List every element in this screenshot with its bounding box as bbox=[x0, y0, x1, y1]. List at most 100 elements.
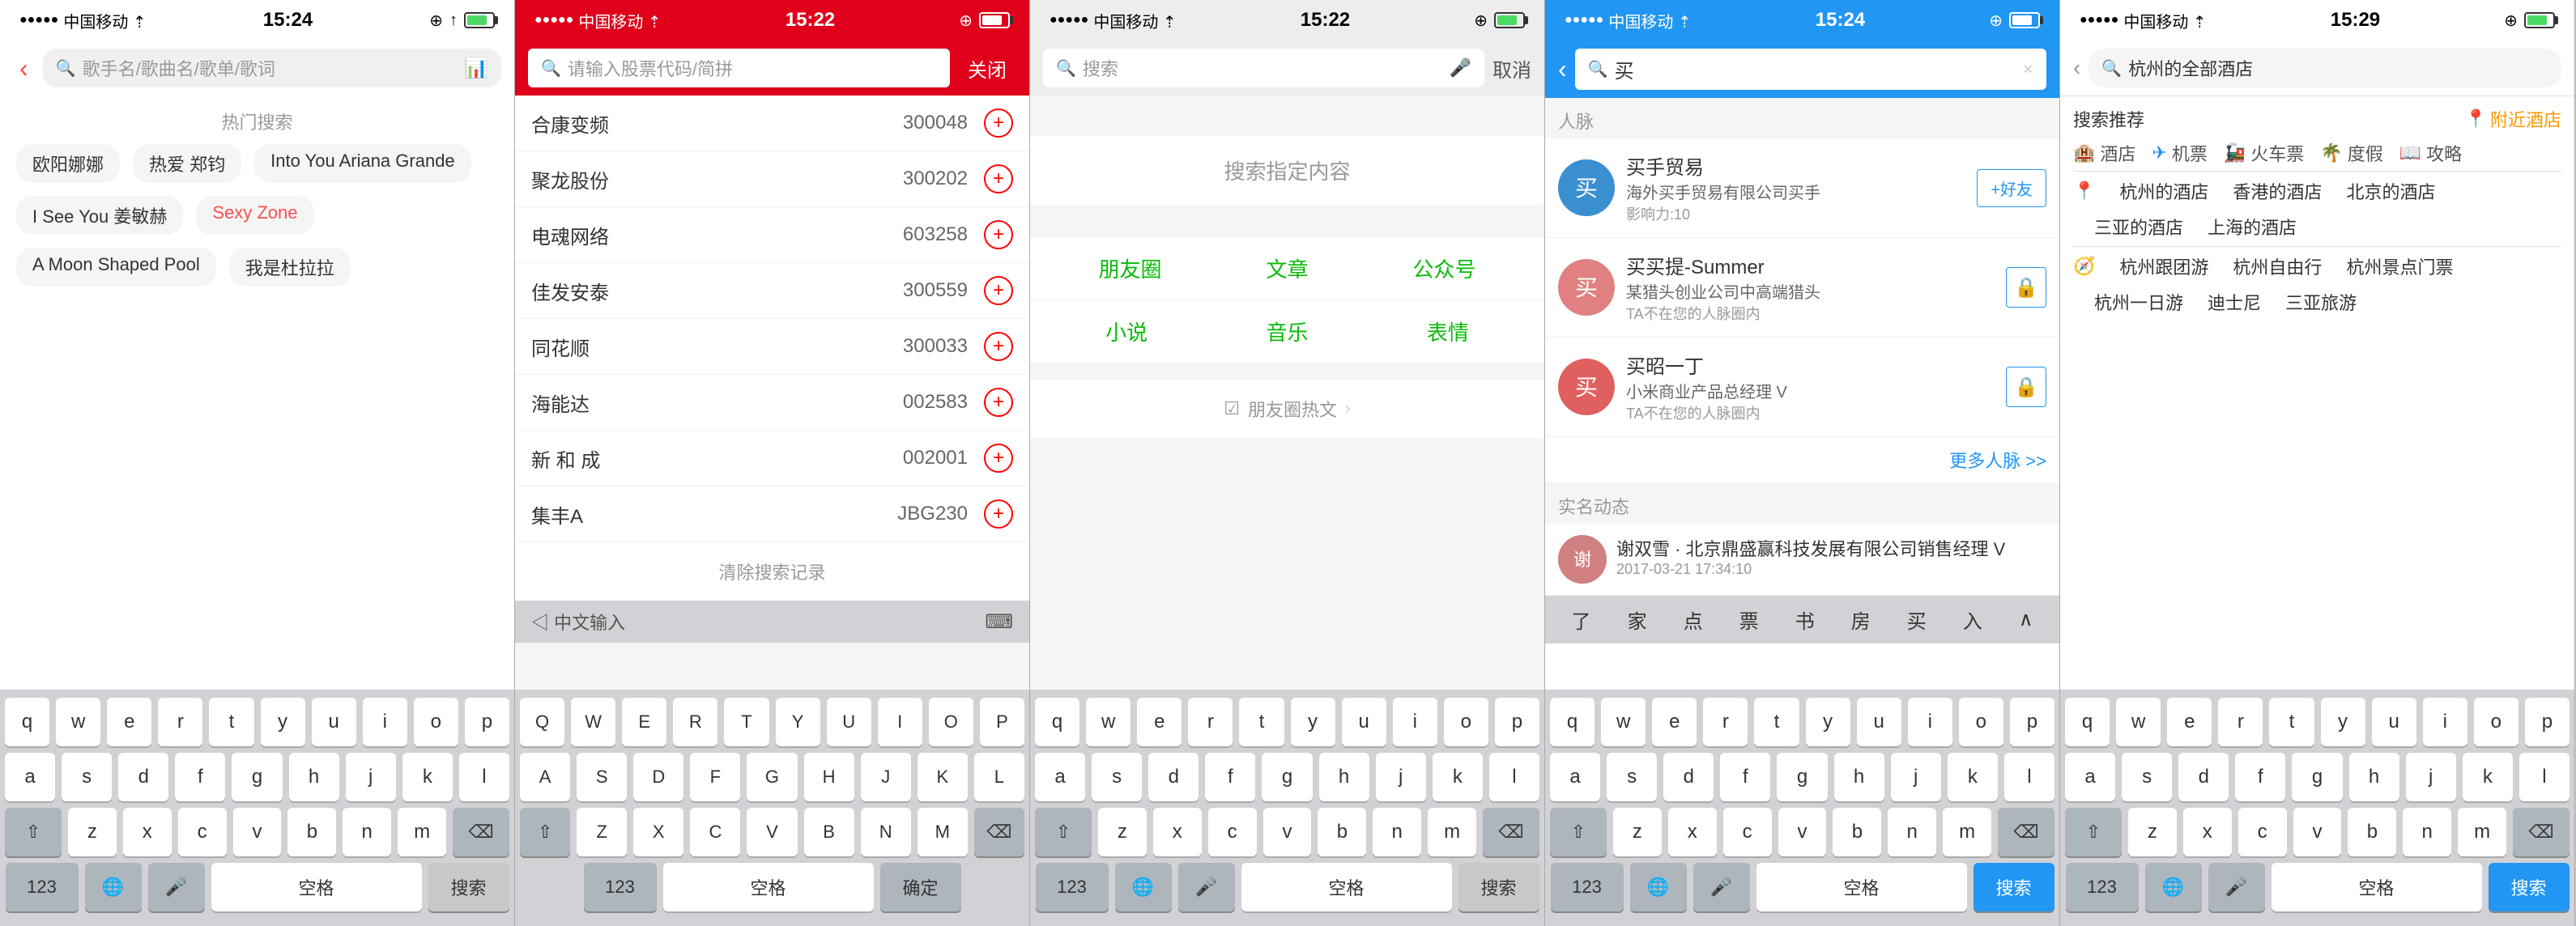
cat-music[interactable]: 音乐 bbox=[1266, 316, 1308, 346]
key-L-2[interactable]: L bbox=[974, 753, 1024, 801]
key-g-3[interactable]: g bbox=[1262, 753, 1312, 801]
key-f-5[interactable]: f bbox=[2235, 753, 2285, 801]
mic-key-4[interactable]: 🎤 bbox=[1693, 863, 1750, 911]
key-n-4[interactable]: n bbox=[1888, 808, 1936, 856]
stock-search-input[interactable]: 🔍 请输入股票代码/简拼 bbox=[528, 49, 950, 87]
key-g-4[interactable]: g bbox=[1777, 753, 1827, 801]
numbers-key-4[interactable]: 123 bbox=[1551, 863, 1624, 911]
key-v-4[interactable]: v bbox=[1778, 808, 1827, 856]
candidate-6[interactable]: 买 bbox=[1907, 605, 1927, 634]
space-key-2[interactable]: 空格 bbox=[663, 863, 874, 911]
shift-key-4[interactable]: ⇧ bbox=[1550, 808, 1607, 856]
numbers-key-3[interactable]: 123 bbox=[1036, 863, 1109, 911]
shift-key-5[interactable]: ⇧ bbox=[2065, 808, 2122, 856]
rec-vacation[interactable]: 🌴 度假 bbox=[2320, 140, 2382, 166]
space-key-1[interactable]: 空格 bbox=[211, 863, 422, 911]
shift-key-1[interactable]: ⇧ bbox=[5, 808, 62, 856]
key-t-1[interactable]: t bbox=[209, 698, 253, 746]
key-a-4[interactable]: a bbox=[1550, 753, 1600, 801]
add-stock-3[interactable]: + bbox=[984, 276, 1013, 305]
key-m-4[interactable]: m bbox=[1943, 808, 1991, 856]
key-y-4[interactable]: y bbox=[1806, 698, 1850, 746]
key-u-4[interactable]: u bbox=[1857, 698, 1901, 746]
people-search-input[interactable]: 🔍 买 ✕ bbox=[1575, 49, 2046, 90]
key-x-4[interactable]: x bbox=[1668, 808, 1717, 856]
key-f-3[interactable]: f bbox=[1205, 753, 1255, 801]
key-w-4[interactable]: w bbox=[1601, 698, 1646, 746]
key-U-2[interactable]: U bbox=[827, 698, 871, 746]
mic-key-3[interactable]: 🎤 bbox=[1178, 863, 1235, 911]
delete-key-4[interactable]: ⌫ bbox=[1998, 808, 2054, 856]
rec-daytrip[interactable]: 杭州一日游 bbox=[2094, 289, 2183, 315]
key-Z-2[interactable]: Z bbox=[577, 808, 627, 856]
globe-key-5[interactable]: 🌐 bbox=[2145, 863, 2202, 911]
key-h-1[interactable]: h bbox=[289, 753, 339, 801]
key-i-1[interactable]: i bbox=[363, 698, 407, 746]
globe-key-3[interactable]: 🌐 bbox=[1115, 863, 1172, 911]
key-C-2[interactable]: C bbox=[690, 808, 740, 856]
key-t-3[interactable]: t bbox=[1239, 698, 1284, 746]
key-e-3[interactable]: e bbox=[1137, 698, 1182, 746]
key-V-2[interactable]: V bbox=[747, 808, 797, 856]
lock-btn-1[interactable]: 🔒 bbox=[2006, 267, 2046, 308]
key-Y-2[interactable]: Y bbox=[776, 698, 820, 746]
connect-btn-0[interactable]: +好友 bbox=[1977, 169, 2046, 207]
key-j-1[interactable]: j bbox=[346, 753, 396, 801]
key-p-3[interactable]: p bbox=[1495, 698, 1539, 746]
back-button-1[interactable]: ‹ bbox=[13, 50, 35, 87]
key-s-4[interactable]: s bbox=[1607, 753, 1657, 801]
key-f-1[interactable]: f bbox=[175, 753, 225, 801]
key-G-2[interactable]: G bbox=[747, 753, 797, 801]
rec-sanya-travel[interactable]: 三亚旅游 bbox=[2285, 289, 2357, 315]
key-e-5[interactable]: e bbox=[2167, 698, 2212, 746]
key-o-4[interactable]: o bbox=[1959, 698, 2003, 746]
key-m-5[interactable]: m bbox=[2458, 808, 2506, 856]
key-j-3[interactable]: j bbox=[1376, 753, 1426, 801]
key-b-1[interactable]: b bbox=[287, 808, 336, 856]
key-s-1[interactable]: s bbox=[62, 753, 112, 801]
add-stock-6[interactable]: + bbox=[984, 444, 1013, 473]
mic-key-5[interactable]: 🎤 bbox=[2208, 863, 2265, 911]
candidate-expand-icon[interactable]: ∧ bbox=[2019, 608, 2033, 631]
key-l-1[interactable]: l bbox=[459, 753, 509, 801]
more-people-link[interactable]: 更多人脉 >> bbox=[1545, 437, 2059, 483]
key-y-3[interactable]: y bbox=[1291, 698, 1335, 746]
key-S-2[interactable]: S bbox=[577, 753, 627, 801]
key-v-1[interactable]: v bbox=[233, 808, 282, 856]
rec-sanya[interactable]: 三亚的酒店 bbox=[2094, 214, 2183, 240]
globe-key-4[interactable]: 🌐 bbox=[1630, 863, 1687, 911]
add-stock-7[interactable]: + bbox=[984, 499, 1013, 529]
key-i-4[interactable]: i bbox=[1908, 698, 1952, 746]
key-R-2[interactable]: R bbox=[673, 698, 717, 746]
delete-key-2[interactable]: ⌫ bbox=[974, 808, 1024, 856]
key-t-4[interactable]: t bbox=[1754, 698, 1799, 746]
delete-key-5[interactable]: ⌫ bbox=[2513, 808, 2570, 856]
key-h-4[interactable]: h bbox=[1834, 753, 1884, 801]
key-g-5[interactable]: g bbox=[2292, 753, 2342, 801]
key-q-4[interactable]: q bbox=[1550, 698, 1595, 746]
key-o-3[interactable]: o bbox=[1444, 698, 1488, 746]
rec-disney[interactable]: 迪士尼 bbox=[2208, 289, 2261, 315]
key-l-5[interactable]: l bbox=[2519, 753, 2570, 801]
key-E-2[interactable]: E bbox=[622, 698, 666, 746]
key-e-4[interactable]: e bbox=[1652, 698, 1697, 746]
key-M-2[interactable]: M bbox=[918, 808, 968, 856]
key-P-2[interactable]: P bbox=[980, 698, 1024, 746]
key-d-3[interactable]: d bbox=[1148, 753, 1199, 801]
key-r-5[interactable]: r bbox=[2218, 698, 2263, 746]
key-u-1[interactable]: u bbox=[312, 698, 356, 746]
tag-ariana[interactable]: Into You Ariana Grande bbox=[254, 144, 471, 183]
space-key-4[interactable]: 空格 bbox=[1756, 863, 1967, 911]
search-key-4[interactable]: 搜索 bbox=[1974, 863, 2054, 911]
key-w-3[interactable]: w bbox=[1086, 698, 1130, 746]
key-u-5[interactable]: u bbox=[2372, 698, 2416, 746]
candidate-5[interactable]: 房 bbox=[1851, 605, 1871, 634]
confirm-key-2[interactable]: 确定 bbox=[880, 863, 961, 911]
key-i-5[interactable]: i bbox=[2423, 698, 2467, 746]
cat-official[interactable]: 公众号 bbox=[1412, 253, 1475, 283]
shift-key-3[interactable]: ⇧ bbox=[1035, 808, 1092, 856]
key-F-2[interactable]: F bbox=[690, 753, 740, 801]
search-key-1[interactable]: 搜索 bbox=[428, 863, 509, 911]
key-k-5[interactable]: k bbox=[2463, 753, 2513, 801]
rec-free[interactable]: 杭州自由行 bbox=[2233, 253, 2322, 279]
